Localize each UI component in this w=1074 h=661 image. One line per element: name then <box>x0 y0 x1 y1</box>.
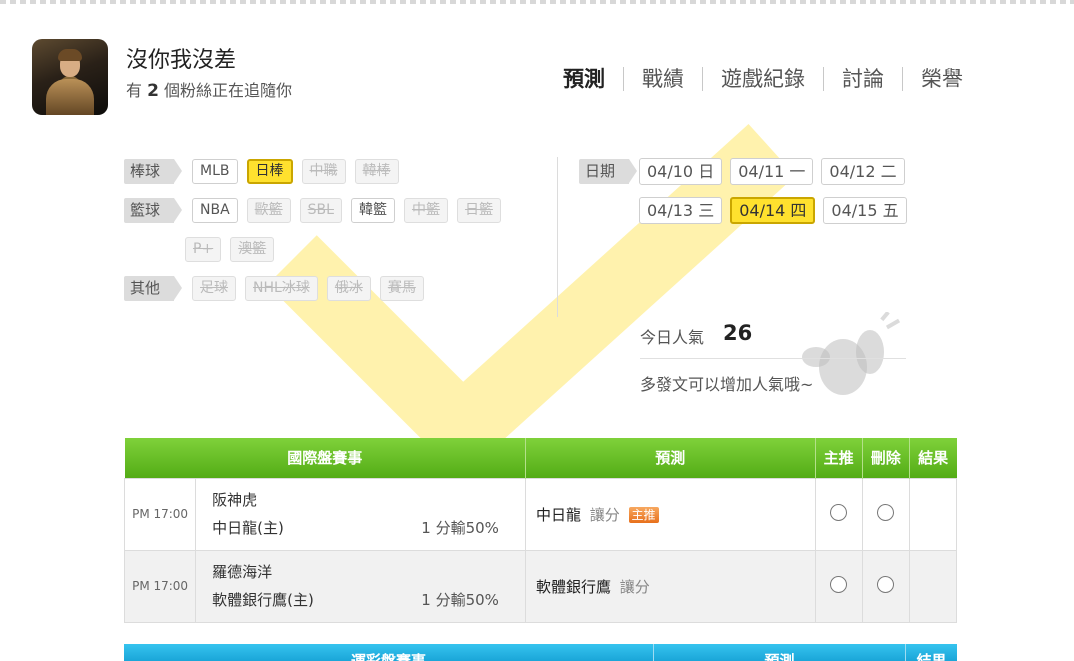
date-label-row: 日期 <box>579 159 647 184</box>
date-chip-0411[interactable]: 04/11 一 <box>730 158 814 185</box>
header-international-games: 國際盤賽事 <box>124 438 526 478</box>
sports-lottery-table-header: 運彩盤賽事 預測 結果 <box>124 644 957 661</box>
chip-japan-basketball: 日籃 <box>456 198 501 223</box>
chip-sbl: SBL <box>299 198 342 223</box>
main-pick-cell <box>814 549 863 623</box>
result-cell <box>908 477 958 551</box>
home-team: 中日龍(主) <box>212 519 284 537</box>
prediction-cell: 中日龍 讓分 主推 <box>524 477 816 551</box>
date-chip-0414[interactable]: 04/14 四 <box>730 197 816 224</box>
avatar[interactable] <box>32 39 108 115</box>
main-pick-radio[interactable] <box>830 575 848 593</box>
game-teams: 羅德海洋 軟體銀行鷹(主) 1 分輸50% <box>195 549 526 623</box>
category-row-baseball: 棒球 MLB 日棒 中職 韓棒 <box>124 159 408 184</box>
prediction-type: 讓分 <box>619 577 650 596</box>
category-row-basketball: 籃球 NBA 歐籃 SBL 韓籃 中籃 日籃 <box>124 198 510 223</box>
header-prediction-2: 預測 <box>654 644 906 661</box>
category-label-baseball: 棒球 <box>124 159 183 184</box>
chip-euro-basketball: 歐籃 <box>246 198 291 223</box>
game-time: PM 17:00 <box>123 549 197 623</box>
prediction-type: 讓分 <box>589 505 620 524</box>
result-cell <box>908 549 958 623</box>
date-row-1: 04/10 日 04/11 一 04/12 二 <box>639 158 913 185</box>
home-team: 軟體銀行鷹(主) <box>212 591 314 609</box>
tab-record[interactable]: 戰績 <box>624 64 702 94</box>
chip-australia-basketball: 澳籃 <box>230 237 275 262</box>
odds-line: 1 分輸50% <box>421 519 499 537</box>
international-odds-table: 國際盤賽事 預測 主推 刪除 結果 PM 17:00 阪神虎 中日龍(主) 1 … <box>123 438 958 623</box>
delete-radio[interactable] <box>877 575 895 593</box>
chip-npb[interactable]: 日棒 <box>246 159 293 184</box>
popularity-note: 多發文可以增加人氣哦~ <box>640 375 814 394</box>
chip-horse-racing: 賽馬 <box>379 276 424 301</box>
delete-cell <box>861 477 910 551</box>
header-delete: 刪除 <box>862 438 910 478</box>
user-name: 沒你我沒差 <box>126 48 237 73</box>
chip-khl: 俄冰 <box>326 276 371 301</box>
vertical-divider <box>557 157 558 317</box>
chip-p-league: P+ <box>185 237 222 262</box>
chip-mlb[interactable]: MLB <box>192 159 238 184</box>
profile-nav: 預測 戰績 遊戲紀錄 討論 榮譽 <box>545 64 981 94</box>
chip-nhl: NHL冰球 <box>245 276 318 301</box>
fans-count-text: 有 2 個粉絲正在追隨你 <box>126 81 293 101</box>
category-row-basketball-2: P+ 澳籃 <box>185 237 283 262</box>
game-time: PM 17:00 <box>123 477 197 551</box>
away-team: 阪神虎 <box>212 491 258 509</box>
popularity-value: 26 <box>723 321 753 345</box>
away-team: 羅德海洋 <box>212 563 273 581</box>
table-row: PM 17:00 阪神虎 中日龍(主) 1 分輸50% 中日龍 讓分 主推 <box>123 477 958 551</box>
chip-nba[interactable]: NBA <box>192 198 238 223</box>
header-result-2: 結果 <box>906 644 957 661</box>
main-pick-radio[interactable] <box>830 503 848 521</box>
popularity-divider <box>640 358 906 359</box>
tab-game-history[interactable]: 遊戲紀錄 <box>703 64 823 94</box>
chip-kbo: 韓棒 <box>354 159 399 184</box>
odds-line: 1 分輸50% <box>421 591 499 609</box>
category-label-basketball: 籃球 <box>124 198 183 223</box>
fans-count: 2 <box>147 81 159 101</box>
delete-radio[interactable] <box>877 503 895 521</box>
category-label-other: 其他 <box>124 276 183 301</box>
main-pick-badge: 主推 <box>628 506 659 523</box>
prediction-cell: 軟體銀行鷹 讓分 <box>524 549 816 623</box>
table-row: PM 17:00 羅德海洋 軟體銀行鷹(主) 1 分輸50% 軟體銀行鷹 讓分 <box>123 549 958 623</box>
date-row-2: 04/13 三 04/14 四 04/15 五 <box>639 197 915 224</box>
header-sports-lottery-games: 運彩盤賽事 <box>124 644 654 661</box>
chip-cpbl: 中職 <box>301 159 346 184</box>
popularity-label: 今日人氣 <box>640 328 705 347</box>
date-chip-0412[interactable]: 04/12 二 <box>821 158 905 185</box>
tab-honor[interactable]: 榮譽 <box>903 64 981 94</box>
predicted-team: 軟體銀行鷹 <box>535 577 611 596</box>
date-chip-0413[interactable]: 04/13 三 <box>639 197 723 224</box>
game-teams: 阪神虎 中日龍(主) 1 分輸50% <box>195 477 526 551</box>
date-label: 日期 <box>579 159 638 184</box>
tab-discussion[interactable]: 討論 <box>824 64 902 94</box>
date-chip-0415[interactable]: 04/15 五 <box>823 197 907 224</box>
main-pick-cell <box>814 477 863 551</box>
top-dashed-border <box>0 0 1074 4</box>
header-main-pick: 主推 <box>815 438 863 478</box>
header-prediction: 預測 <box>525 438 816 478</box>
tab-prediction[interactable]: 預測 <box>545 64 623 94</box>
chip-soccer: 足球 <box>192 276 237 301</box>
predicted-team: 中日龍 <box>535 505 581 524</box>
category-row-other: 其他 足球 NHL冰球 俄冰 賽馬 <box>124 276 433 301</box>
header-result: 結果 <box>909 438 957 478</box>
delete-cell <box>861 549 910 623</box>
date-chip-0410[interactable]: 04/10 日 <box>639 158 723 185</box>
chip-china-basketball: 中籃 <box>403 198 448 223</box>
chip-korea-basketball[interactable]: 韓籃 <box>350 198 395 223</box>
